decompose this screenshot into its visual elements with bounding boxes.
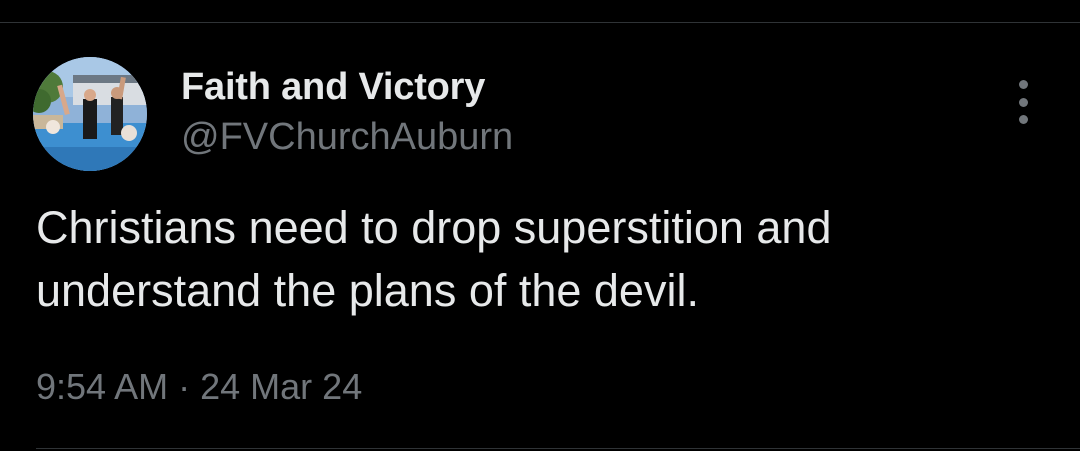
author-handle[interactable]: @FVChurchAuburn: [181, 116, 513, 159]
more-vertical-icon: [1018, 80, 1028, 89]
more-vertical-icon-dot: [1018, 115, 1028, 124]
avatar-photo: [33, 57, 147, 171]
author-display-name[interactable]: Faith and Victory: [181, 66, 485, 109]
tweet-text: Christians need to drop superstition and…: [36, 202, 832, 316]
more-vertical-icon-dot: [1018, 97, 1028, 107]
avatar[interactable]: [33, 57, 147, 171]
bottom-divider: [36, 448, 1080, 449]
tweet-date[interactable]: 24 Mar 24: [200, 366, 362, 407]
tweet-time[interactable]: 9:54 AM: [36, 366, 168, 407]
tweet-timestamp[interactable]: 9:54 AM · 24 Mar 24: [36, 366, 362, 408]
timestamp-separator: ·: [178, 366, 191, 407]
more-options-button[interactable]: [1008, 80, 1038, 124]
top-divider: [0, 22, 1080, 23]
